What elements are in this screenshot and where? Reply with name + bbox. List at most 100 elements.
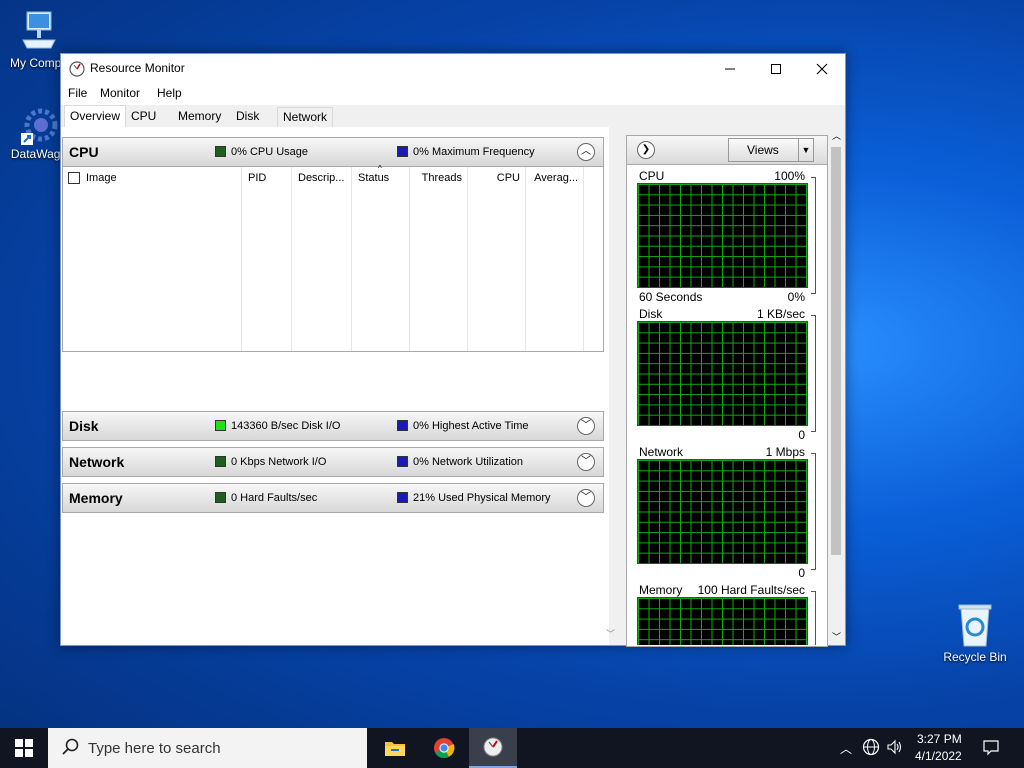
column-average-cpu[interactable]: Averag... (526, 167, 584, 351)
graphs-scrollbar[interactable]: ︿ ﹀ (828, 127, 844, 645)
notifications-icon[interactable] (982, 738, 1000, 759)
network-graph (637, 459, 808, 564)
column-header-threads: Threads (421, 172, 462, 184)
network-utilization-legend: 0% Network Utilization (413, 456, 524, 468)
disk-graph-block: Disk 1 KB/sec 0 (637, 307, 817, 443)
tab-cpu[interactable]: CPU (126, 107, 162, 126)
section-title: Network (69, 454, 125, 470)
maximize-button[interactable] (753, 54, 799, 84)
graph-max-label: 100 Hard Faults/sec (697, 583, 805, 597)
column-header-cpu: CPU (496, 172, 520, 184)
taskbar-chrome[interactable] (420, 728, 468, 768)
column-pid[interactable]: PID (242, 167, 292, 351)
tab-disk[interactable]: Disk (231, 107, 265, 126)
memory-section-header[interactable]: Memory 0 Hard Faults/sec 21% Used Physic… (62, 483, 604, 513)
disk-io-legend: 143360 B/sec Disk I/O (231, 420, 341, 432)
overview-left-pane: CPU 0% CPU Usage 0% Maximum Frequency ︿ … (61, 127, 615, 645)
chrome-icon (434, 738, 455, 759)
column-cpu[interactable]: CPU (468, 167, 526, 351)
tab-strip: Overview CPU Memory Disk Network (61, 105, 845, 128)
graphs-pane-header: ❯ Views ▼ (627, 136, 827, 165)
cpu-section-header[interactable]: CPU 0% CPU Usage 0% Maximum Frequency ︿ (62, 137, 604, 167)
network-section-header[interactable]: Network 0 Kbps Network I/O 0% Network Ut… (62, 447, 604, 477)
close-button[interactable] (799, 54, 845, 84)
views-dropdown[interactable]: Views ▼ (728, 138, 814, 162)
tab-network[interactable]: Network (277, 107, 334, 127)
taskbar-file-explorer[interactable] (371, 728, 419, 768)
graph-min-label: 0 (798, 428, 805, 442)
section-title: Memory (69, 490, 123, 506)
taskbar: Type here to search ︿ 3:27 PM 4/1/2022 (0, 728, 1024, 768)
graph-max-label: 1 Mbps (765, 445, 805, 459)
network-io-legend-swatch (215, 456, 226, 467)
menu-file[interactable]: File (68, 86, 87, 100)
chevron-down-icon[interactable]: ﹀ (577, 453, 595, 471)
chevron-down-icon[interactable]: ﹀ (577, 417, 595, 435)
chevron-down-icon[interactable]: ﹀ (577, 489, 595, 507)
graph-title: Network (639, 445, 684, 459)
minimize-button[interactable] (707, 54, 753, 84)
volume-icon[interactable] (886, 738, 904, 759)
network-utilization-legend-swatch (397, 456, 408, 467)
resource-monitor-icon (69, 61, 85, 77)
content-area: CPU 0% CPU Usage 0% Maximum Frequency ︿ … (61, 127, 845, 647)
tab-overview[interactable]: Overview (64, 105, 127, 128)
taskbar-search-box[interactable]: Type here to search (48, 728, 367, 768)
taskbar-resource-monitor[interactable] (469, 728, 517, 768)
section-title: Disk (69, 418, 99, 434)
max-frequency-legend-swatch (397, 146, 408, 157)
start-button[interactable] (0, 728, 48, 768)
column-header-description: Descrip... (298, 172, 345, 184)
column-header-status: Status (358, 172, 390, 184)
cpu-usage-legend-swatch (215, 146, 226, 157)
column-image[interactable]: Image (63, 167, 242, 351)
network-io-legend: 0 Kbps Network I/O (231, 456, 327, 468)
minimize-icon (725, 68, 735, 70)
resource-monitor-window: Resource Monitor File Monitor Help Overv… (60, 53, 846, 647)
network-graph-block: Network 1 Mbps 0 (637, 445, 817, 581)
scrollbar-thumb[interactable] (831, 147, 841, 555)
gear-icon (19, 105, 59, 145)
collapse-pane-arrow-icon[interactable]: ❯ (637, 141, 655, 159)
menu-help[interactable]: Help (157, 86, 182, 100)
window-title: Resource Monitor (90, 61, 185, 75)
views-label: Views (747, 143, 779, 157)
desktop-icon-recycle-bin[interactable]: Recycle Bin (936, 602, 1014, 664)
show-hidden-icons-chevron-icon[interactable]: ︿ (840, 740, 852, 757)
graph-scale-bracket (811, 591, 816, 645)
used-physical-memory-legend: 21% Used Physical Memory (413, 492, 551, 504)
menu-monitor[interactable]: Monitor (100, 86, 140, 100)
network-globe-icon[interactable] (862, 738, 880, 759)
clock-time[interactable]: 3:27 PM (917, 732, 962, 746)
chevron-up-icon[interactable]: ︿ (577, 143, 595, 161)
left-pane-scroll-down-icon[interactable]: ﹀ (606, 627, 615, 640)
cpu-process-table: Image PID Descrip... ^ Status Threads CP… (62, 164, 604, 352)
graph-min-label: 0% (787, 290, 805, 304)
column-header-pid: PID (248, 172, 267, 184)
title-bar[interactable]: Resource Monitor (61, 54, 845, 84)
memory-graph-block: Memory 100 Hard Faults/sec (637, 583, 817, 645)
graph-title: CPU (639, 169, 665, 183)
hard-faults-legend-swatch (215, 492, 226, 503)
tab-memory[interactable]: Memory (173, 107, 227, 126)
clock-date[interactable]: 4/1/2022 (915, 749, 962, 763)
graph-scale-bracket (811, 315, 816, 432)
column-threads[interactable]: Threads (410, 167, 468, 351)
used-physical-memory-legend-swatch (397, 492, 408, 503)
graph-max-label: 100% (774, 169, 805, 183)
max-frequency-legend: 0% Maximum Frequency (413, 146, 535, 158)
disk-graph (637, 321, 808, 426)
scroll-up-icon[interactable]: ︿ (832, 129, 841, 142)
dropdown-arrow-icon: ▼ (798, 139, 813, 161)
computer-icon (19, 10, 59, 54)
disk-io-legend-swatch (215, 420, 226, 431)
graphs-pane: ❯ Views ▼ CPU 100% 60 Seconds 0% Disk 1 … (626, 135, 828, 647)
graph-min-label: 0 (798, 566, 805, 580)
scroll-down-icon[interactable]: ﹀ (832, 630, 841, 643)
graph-scale-bracket (811, 453, 816, 570)
column-description[interactable]: Descrip... (292, 167, 352, 351)
disk-section-header[interactable]: Disk 143360 B/sec Disk I/O 0% Highest Ac… (62, 411, 604, 441)
column-status[interactable]: ^ Status (352, 164, 410, 351)
highest-active-time-legend-swatch (397, 420, 408, 431)
select-all-checkbox[interactable] (68, 172, 80, 184)
